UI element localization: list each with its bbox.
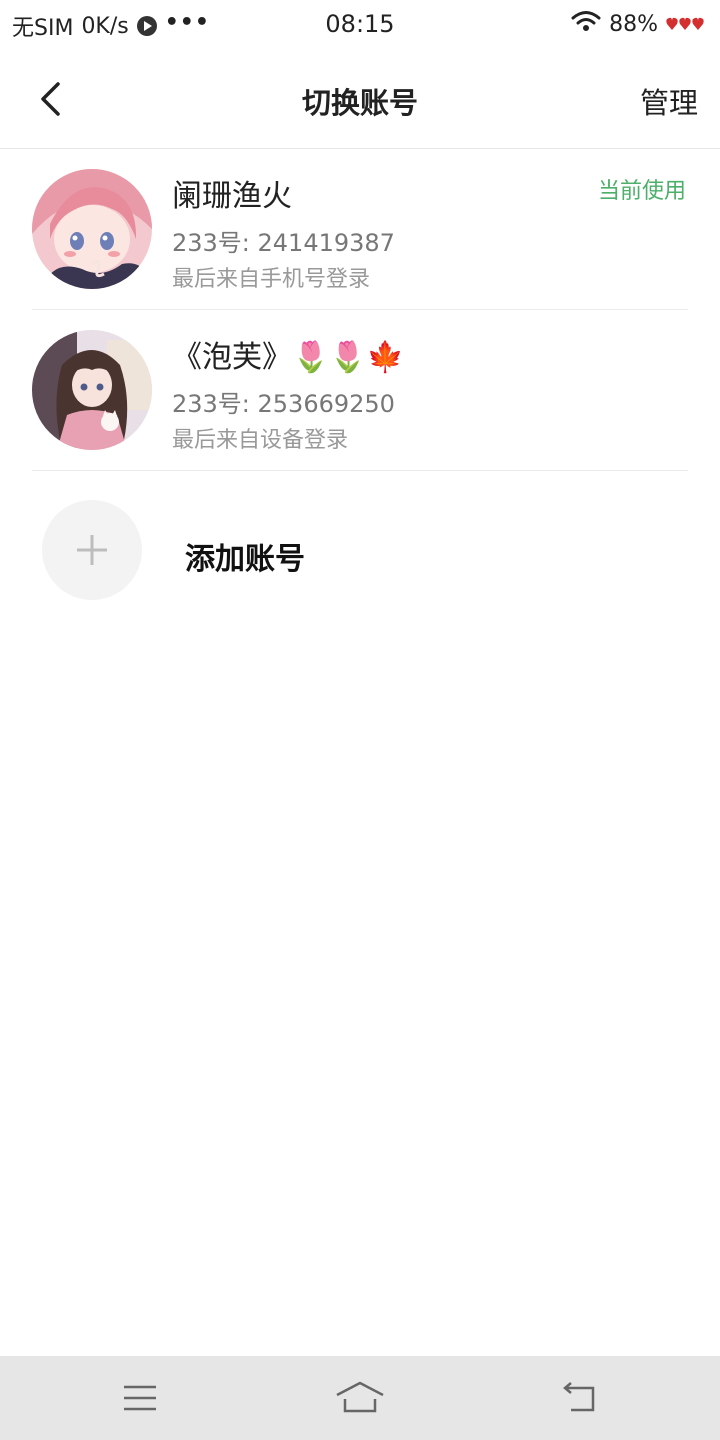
account-id: 233号: 253669250 [172, 390, 395, 418]
back-nav-button[interactable] [550, 1374, 610, 1422]
account-login-source: 最后来自手机号登录 [172, 267, 371, 292]
account-item-current[interactable]: 阑珊渔火 233号: 241419387 最后来自手机号登录 当前使用 [32, 149, 688, 310]
account-name: 阑珊渔火 [172, 179, 292, 214]
page-title: 切换账号 [301, 86, 418, 120]
battery-hearts-icon [666, 16, 704, 32]
status-right: 88% [571, 10, 704, 38]
account-list: 阑珊渔火 233号: 241419387 最后来自手机号登录 当前使用 《泡芙》… [0, 149, 720, 471]
battery-percent: 88% [609, 11, 658, 37]
nav-bar: 切换账号 管理 [0, 52, 720, 149]
menu-button[interactable] [110, 1374, 170, 1422]
menu-icon [124, 1385, 156, 1411]
account-login-source: 最后来自设备登录 [172, 428, 349, 453]
wifi-icon [571, 10, 601, 38]
manage-button[interactable]: 管理 [640, 80, 698, 122]
plus-icon [77, 535, 107, 565]
account-name: 《泡芙》🌷🌷🍁 [172, 340, 405, 375]
add-account-button[interactable]: 添加账号 [42, 500, 682, 602]
account-id: 233号: 241419387 [172, 229, 395, 257]
switch-account-screen: 无SIM 0K/s ••• 08:15 88% 切换账号 管理 阑珊渔火 233… [0, 0, 720, 1440]
system-navigation-bar [0, 1356, 720, 1440]
status-bar: 无SIM 0K/s ••• 08:15 88% [0, 0, 720, 52]
add-account-circle [42, 500, 142, 600]
account-item[interactable]: 《泡芙》🌷🌷🍁 233号: 253669250 最后来自设备登录 [32, 310, 688, 471]
return-icon [563, 1382, 595, 1412]
current-account-badge: 当前使用 [597, 179, 686, 204]
home-button[interactable] [330, 1374, 390, 1422]
avatar [32, 169, 152, 289]
add-account-label: 添加账号 [185, 542, 305, 577]
home-icon [336, 1381, 384, 1413]
avatar [32, 330, 152, 450]
